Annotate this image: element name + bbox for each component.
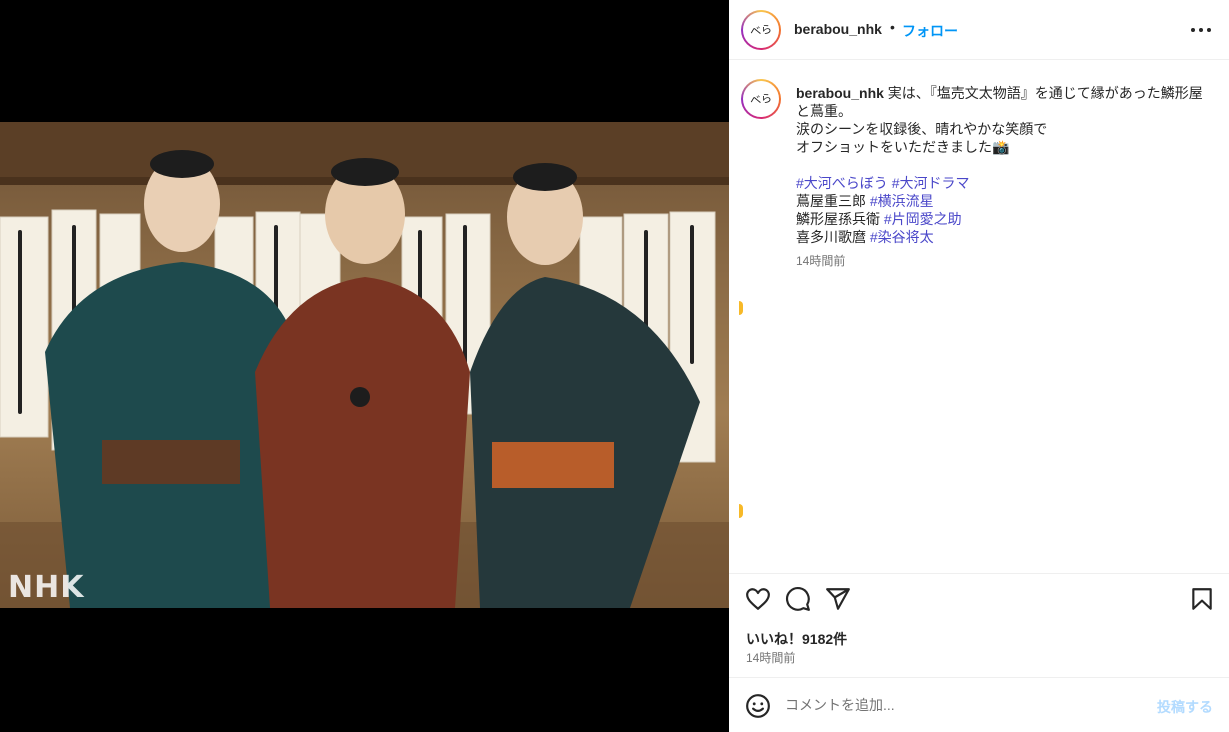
more-icon[interactable]: [1189, 21, 1213, 39]
caption-line: [796, 156, 1216, 174]
caption-line: 喜多川歌麿 #染谷将太: [796, 229, 934, 245]
account-username[interactable]: berabou_nhk: [794, 21, 882, 37]
caption-line: berabou_nhk 実は、『塩売文太物語』を通じて縁があった鱗形屋: [796, 85, 1203, 101]
caption-line: 鱗形屋孫兵衛 #片岡愛之助: [796, 211, 962, 227]
photo-scene: [0, 122, 729, 608]
media-pane: NHK: [0, 0, 729, 732]
scroll-indicator: [739, 504, 743, 518]
hashtag-link[interactable]: #染谷将太: [870, 229, 934, 245]
nhk-watermark: NHK: [8, 570, 85, 605]
comment-icon[interactable]: [785, 586, 811, 612]
hashtag-link[interactable]: #横浜流星: [870, 193, 934, 209]
hashtag-link[interactable]: #大河ドラマ: [892, 175, 970, 191]
post-actions: [729, 586, 1229, 616]
avatar-logo: べら: [749, 22, 773, 38]
caption-timestamp: 14時間前: [796, 254, 846, 268]
account-avatar[interactable]: べら: [741, 10, 781, 50]
caption-area: べら berabou_nhk 実は、『塩売文太物語』を通じて縁があった鱗形屋 と蔦…: [729, 61, 1229, 574]
hashtag-link[interactable]: #大河べらぼう: [796, 175, 888, 191]
caption-line: #大河べらぼう #大河ドラマ: [796, 174, 1216, 192]
post-side-panel: べら berabou_nhk • フォロー べら berabou_nhk 実は、…: [729, 0, 1229, 732]
hashtag-link[interactable]: #片岡愛之助: [884, 211, 962, 227]
post-caption: berabou_nhk 実は、『塩売文太物語』を通じて縁があった鱗形屋 と蔦重。涙…: [796, 84, 1216, 246]
follow-button[interactable]: フォロー: [902, 21, 958, 41]
caption-avatar[interactable]: べら: [741, 79, 781, 119]
post-comment-button[interactable]: 投稿する: [1157, 697, 1213, 717]
caption-line: オフショットをいただきました📸: [796, 139, 1010, 155]
caption-line: と蔦重。: [796, 103, 852, 119]
scroll-indicator: [739, 301, 743, 315]
post-photo[interactable]: NHK: [0, 122, 729, 608]
bookmark-icon[interactable]: [1189, 586, 1215, 612]
like-count[interactable]: いいね！9182件: [746, 629, 847, 649]
post-header: べら berabou_nhk • フォロー: [729, 0, 1229, 60]
comment-input[interactable]: [785, 695, 1145, 715]
avatar-logo: べら: [749, 91, 773, 107]
caption-line: 涙のシーンを収録後、晴れやかな笑顔で: [796, 121, 1048, 137]
caption-line: 蔦屋重三郎 #横浜流星: [796, 193, 934, 209]
caption-username[interactable]: berabou_nhk: [796, 85, 884, 101]
share-icon[interactable]: [825, 586, 851, 612]
comment-bar: 投稿する: [729, 677, 1229, 732]
separator-dot: •: [890, 19, 895, 35]
heart-icon[interactable]: [745, 586, 771, 612]
post-timestamp: 14時間前: [746, 651, 796, 665]
emoji-icon[interactable]: [745, 693, 771, 719]
